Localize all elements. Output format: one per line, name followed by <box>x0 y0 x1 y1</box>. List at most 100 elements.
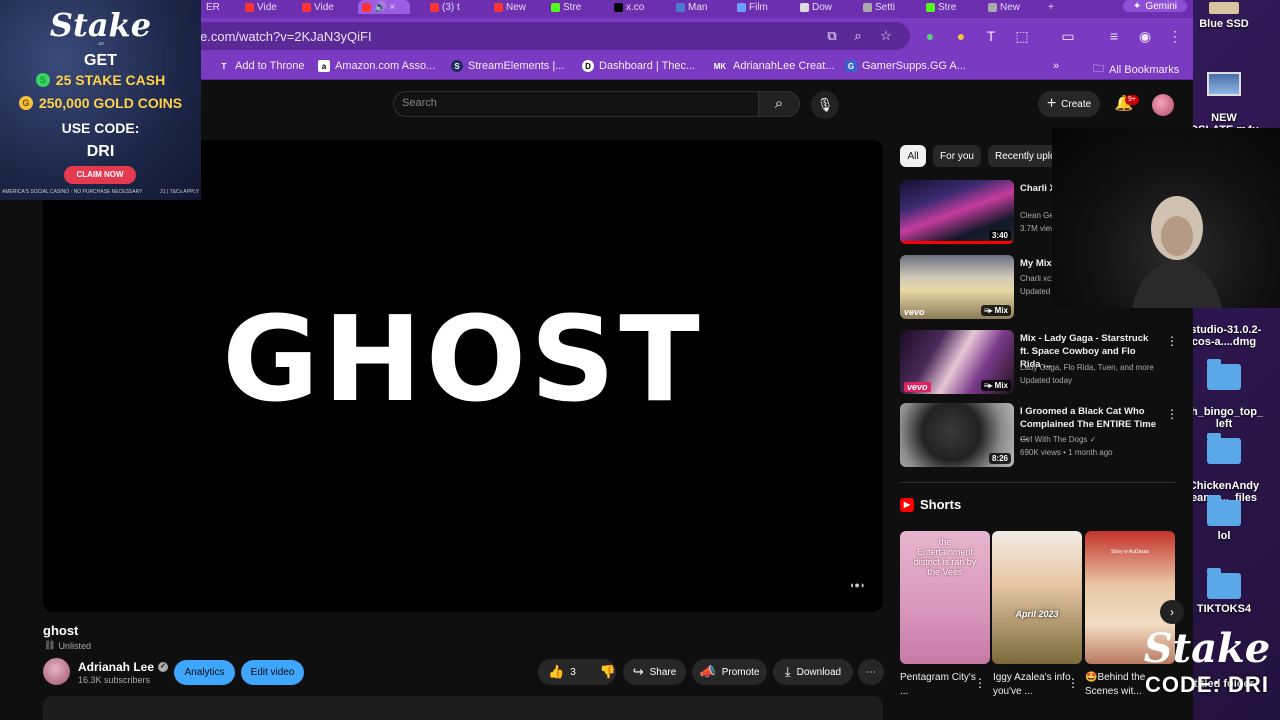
account-avatar[interactable] <box>1152 94 1174 116</box>
bookmarks-overflow-button[interactable]: » <box>1053 60 1059 72</box>
like-icon[interactable]: 👍 <box>548 664 564 680</box>
video-thumbnail[interactable]: vevo ≡▸ Mix <box>900 330 1014 394</box>
edit-video-button[interactable]: Edit video <box>241 660 304 685</box>
short-caption[interactable]: Iggy Azalea's info you've ... <box>993 671 1071 699</box>
like-dislike-group: 👍 3 👎 <box>538 659 616 685</box>
extensions-icon[interactable]: ⬚ <box>1013 27 1031 45</box>
star-icon[interactable]: ☆ <box>878 28 894 44</box>
short-thumbnail[interactable]: April 2023 <box>992 531 1082 664</box>
channel-name-text: Adrianah Lee <box>78 660 155 674</box>
share-button[interactable]: ↪ Share <box>623 659 686 685</box>
video-thumbnail[interactable]: 3:40 <box>900 180 1014 244</box>
search-button[interactable]: ⌕ <box>758 91 800 117</box>
browser-tab[interactable]: ER <box>206 0 220 14</box>
speaker-icon: 🔊 <box>374 1 387 13</box>
media-control-icon[interactable]: ≡ <box>1105 27 1123 45</box>
youtube-favicon-icon <box>245 2 254 12</box>
chip-for-you[interactable]: For you <box>933 145 981 167</box>
create-button[interactable]: + Create <box>1038 91 1100 117</box>
close-tab-icon[interactable]: × <box>389 2 395 13</box>
honey-extension-icon[interactable]: ● <box>952 27 970 45</box>
short-caption[interactable]: Pentagram City's ... <box>900 671 978 699</box>
chip-recently-uploaded[interactable]: Recently uploaded <box>988 145 1058 167</box>
bookmark-label: Add to Throne <box>235 60 305 72</box>
bookmark-label: GamerSupps.GG A... <box>862 60 966 72</box>
voice-search-button[interactable]: 🎙 <box>811 91 839 119</box>
video-thumbnail[interactable]: 8:26 <box>900 403 1014 467</box>
tab-label: Man <box>688 1 708 13</box>
vevo-logo-icon: vevo <box>904 382 931 392</box>
gemini-button[interactable]: ✦ Gemini <box>1122 0 1187 12</box>
more-actions-button[interactable]: ⋯ <box>858 659 884 685</box>
mix-badge: ≡▸ Mix <box>980 380 1011 391</box>
more-options-icon[interactable]: ⋮ <box>1166 334 1178 348</box>
channel-name[interactable]: Adrianah Lee ✓ <box>78 660 169 674</box>
chevron-right-icon: › <box>1170 605 1174 619</box>
browser-tab[interactable]: Dow <box>800 0 832 14</box>
bookmark-streamelements[interactable]: S StreamElements |... <box>451 60 564 72</box>
browser-tab[interactable]: Stre <box>551 0 581 14</box>
analytics-button[interactable]: Analytics <box>174 660 235 685</box>
channel-avatar[interactable] <box>43 658 70 685</box>
browser-tab[interactable]: Man <box>676 0 707 14</box>
bookmark-amazon[interactable]: a Amazon.com Asso... <box>318 60 435 72</box>
short-overlay-text: the Entertainment district is ran by the… <box>913 537 977 577</box>
t-extension-icon[interactable]: T <box>982 27 1000 45</box>
grammarly-extension-icon[interactable]: ● <box>921 27 939 45</box>
stake-logo-sub: .us <box>97 41 104 47</box>
tab-search-icon[interactable]: ▭ <box>1059 27 1077 45</box>
chip-all[interactable]: All <box>900 145 926 167</box>
browser-tab-active[interactable]: 🔊 × <box>358 0 410 14</box>
folder-icon <box>1207 359 1241 390</box>
desktop-icon-lol[interactable]: lol <box>1184 495 1264 542</box>
promote-button[interactable]: 📣 Promote <box>692 659 767 685</box>
profile-icon[interactable]: ◉ <box>1136 27 1154 45</box>
video-thumbnail[interactable]: vevo ≡▸ Mix <box>900 255 1014 319</box>
desktop-icon-tiktoks[interactable]: TIKTOKS4 <box>1184 568 1264 615</box>
description-box[interactable] <box>43 696 883 720</box>
browser-tab[interactable]: Setti <box>863 0 895 14</box>
zoom-icon[interactable]: ⌕ <box>850 28 866 44</box>
bookmark-throne[interactable]: T Add to Throne <box>218 60 305 72</box>
stake-logo: Stake <box>49 6 152 44</box>
search-input[interactable] <box>402 97 742 109</box>
new-tab-button[interactable]: + <box>1048 0 1054 14</box>
browser-tab[interactable]: Film <box>737 0 768 14</box>
more-options-icon[interactable]: ⋮ <box>974 676 986 690</box>
browser-tab[interactable]: Vide <box>302 0 334 14</box>
promote-label: Promote <box>721 666 760 678</box>
more-options-icon[interactable]: ⋮ <box>1166 407 1178 421</box>
browser-tab[interactable]: Stre <box>926 0 956 14</box>
browser-tab[interactable]: New <box>988 0 1020 14</box>
dislike-icon[interactable]: 👎 <box>600 664 616 680</box>
download-button[interactable]: ⤓ Download <box>773 659 853 685</box>
bookmark-dashboard[interactable]: D Dashboard | Thec... <box>582 60 695 72</box>
bookmark-creator[interactable]: MK AdrianahLee Creat... <box>712 60 835 72</box>
address-bar[interactable]: e.com/watch?v=2KJaN3yQiFI ⧉ ⌕ ☆ <box>150 22 910 50</box>
chip-label: Recently uploaded <box>995 150 1058 162</box>
browser-menu-icon[interactable]: ⋮ <box>1166 27 1184 45</box>
recommendation-item[interactable]: 8:26 I Groomed a Black Cat Who Complaine… <box>900 403 1180 471</box>
browser-tab[interactable]: New <box>494 0 526 14</box>
video-frame-text: GHOST <box>222 290 704 428</box>
like-count: 3 <box>570 666 576 678</box>
install-app-icon[interactable]: ⧉ <box>824 28 840 44</box>
bookmark-gamersupps[interactable]: G GamerSupps.GG A... <box>845 60 966 72</box>
browser-tab[interactable]: (3) t <box>430 0 460 14</box>
visibility-label: Unlisted <box>58 640 91 651</box>
all-bookmarks-button[interactable]: 🗀 All Bookmarks <box>1093 60 1179 79</box>
browser-tab[interactable]: Vide <box>245 0 277 14</box>
tab-label: Setti <box>875 1 896 13</box>
browser-tab[interactable]: x.co <box>614 0 644 14</box>
recommendation-stats: 690K views • 1 month ago <box>1020 448 1113 457</box>
video-player[interactable]: GHOST ◖●◗ <box>43 140 883 612</box>
more-options-icon[interactable]: ⋮ <box>1067 676 1079 690</box>
stake-corner-logo: Stake <box>1143 625 1271 672</box>
short-thumbnail[interactable]: the Entertainment district is ran by the… <box>900 531 990 664</box>
recommendation-item[interactable]: vevo ≡▸ Mix Mix - Lady Gaga - Starstruck… <box>900 330 1180 398</box>
shorts-next-button[interactable]: › <box>1160 600 1184 624</box>
channel-watermark-icon[interactable]: ◖●◗ <box>849 580 871 592</box>
ad-use-code: USE CODE: <box>61 120 140 136</box>
folder-icon: 🗀 <box>1093 63 1104 75</box>
desktop-icon-blue-ssd[interactable]: Blue SSD <box>1184 2 1264 30</box>
